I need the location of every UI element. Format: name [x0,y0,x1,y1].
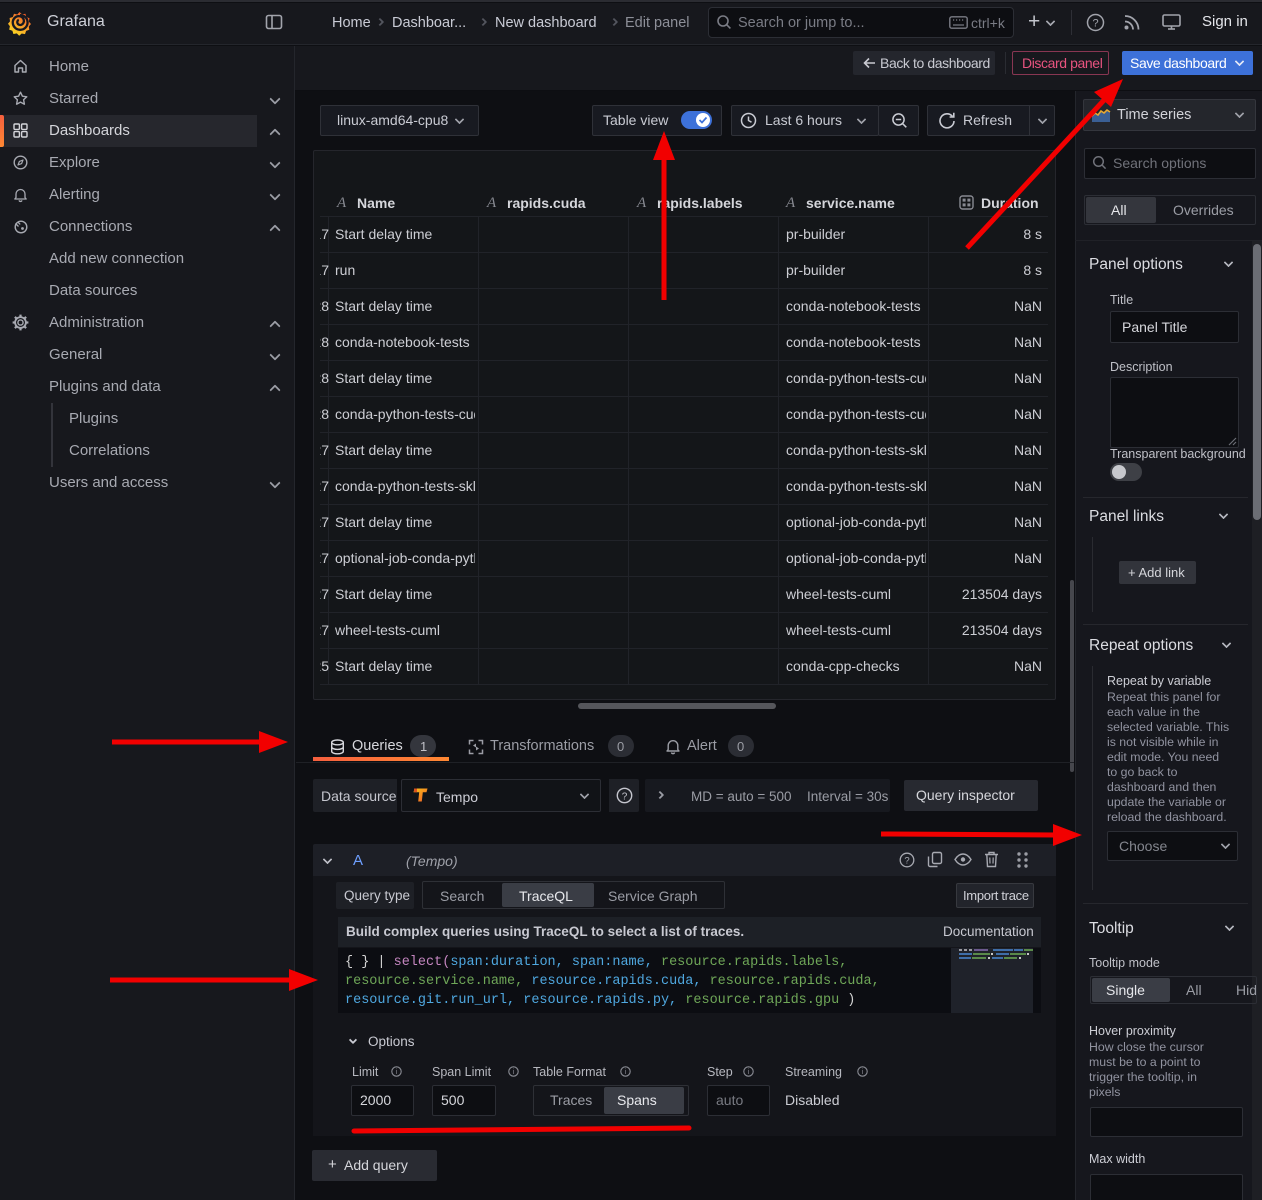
svg-text:?: ? [622,791,628,802]
svg-text:i: i [862,1069,864,1076]
svg-text:i: i [748,1069,750,1076]
svg-text:i: i [513,1069,515,1076]
svg-text:i: i [396,1069,398,1076]
svg-text:i: i [625,1069,627,1076]
svg-text:?: ? [904,856,909,867]
svg-text:?: ? [1092,18,1098,30]
